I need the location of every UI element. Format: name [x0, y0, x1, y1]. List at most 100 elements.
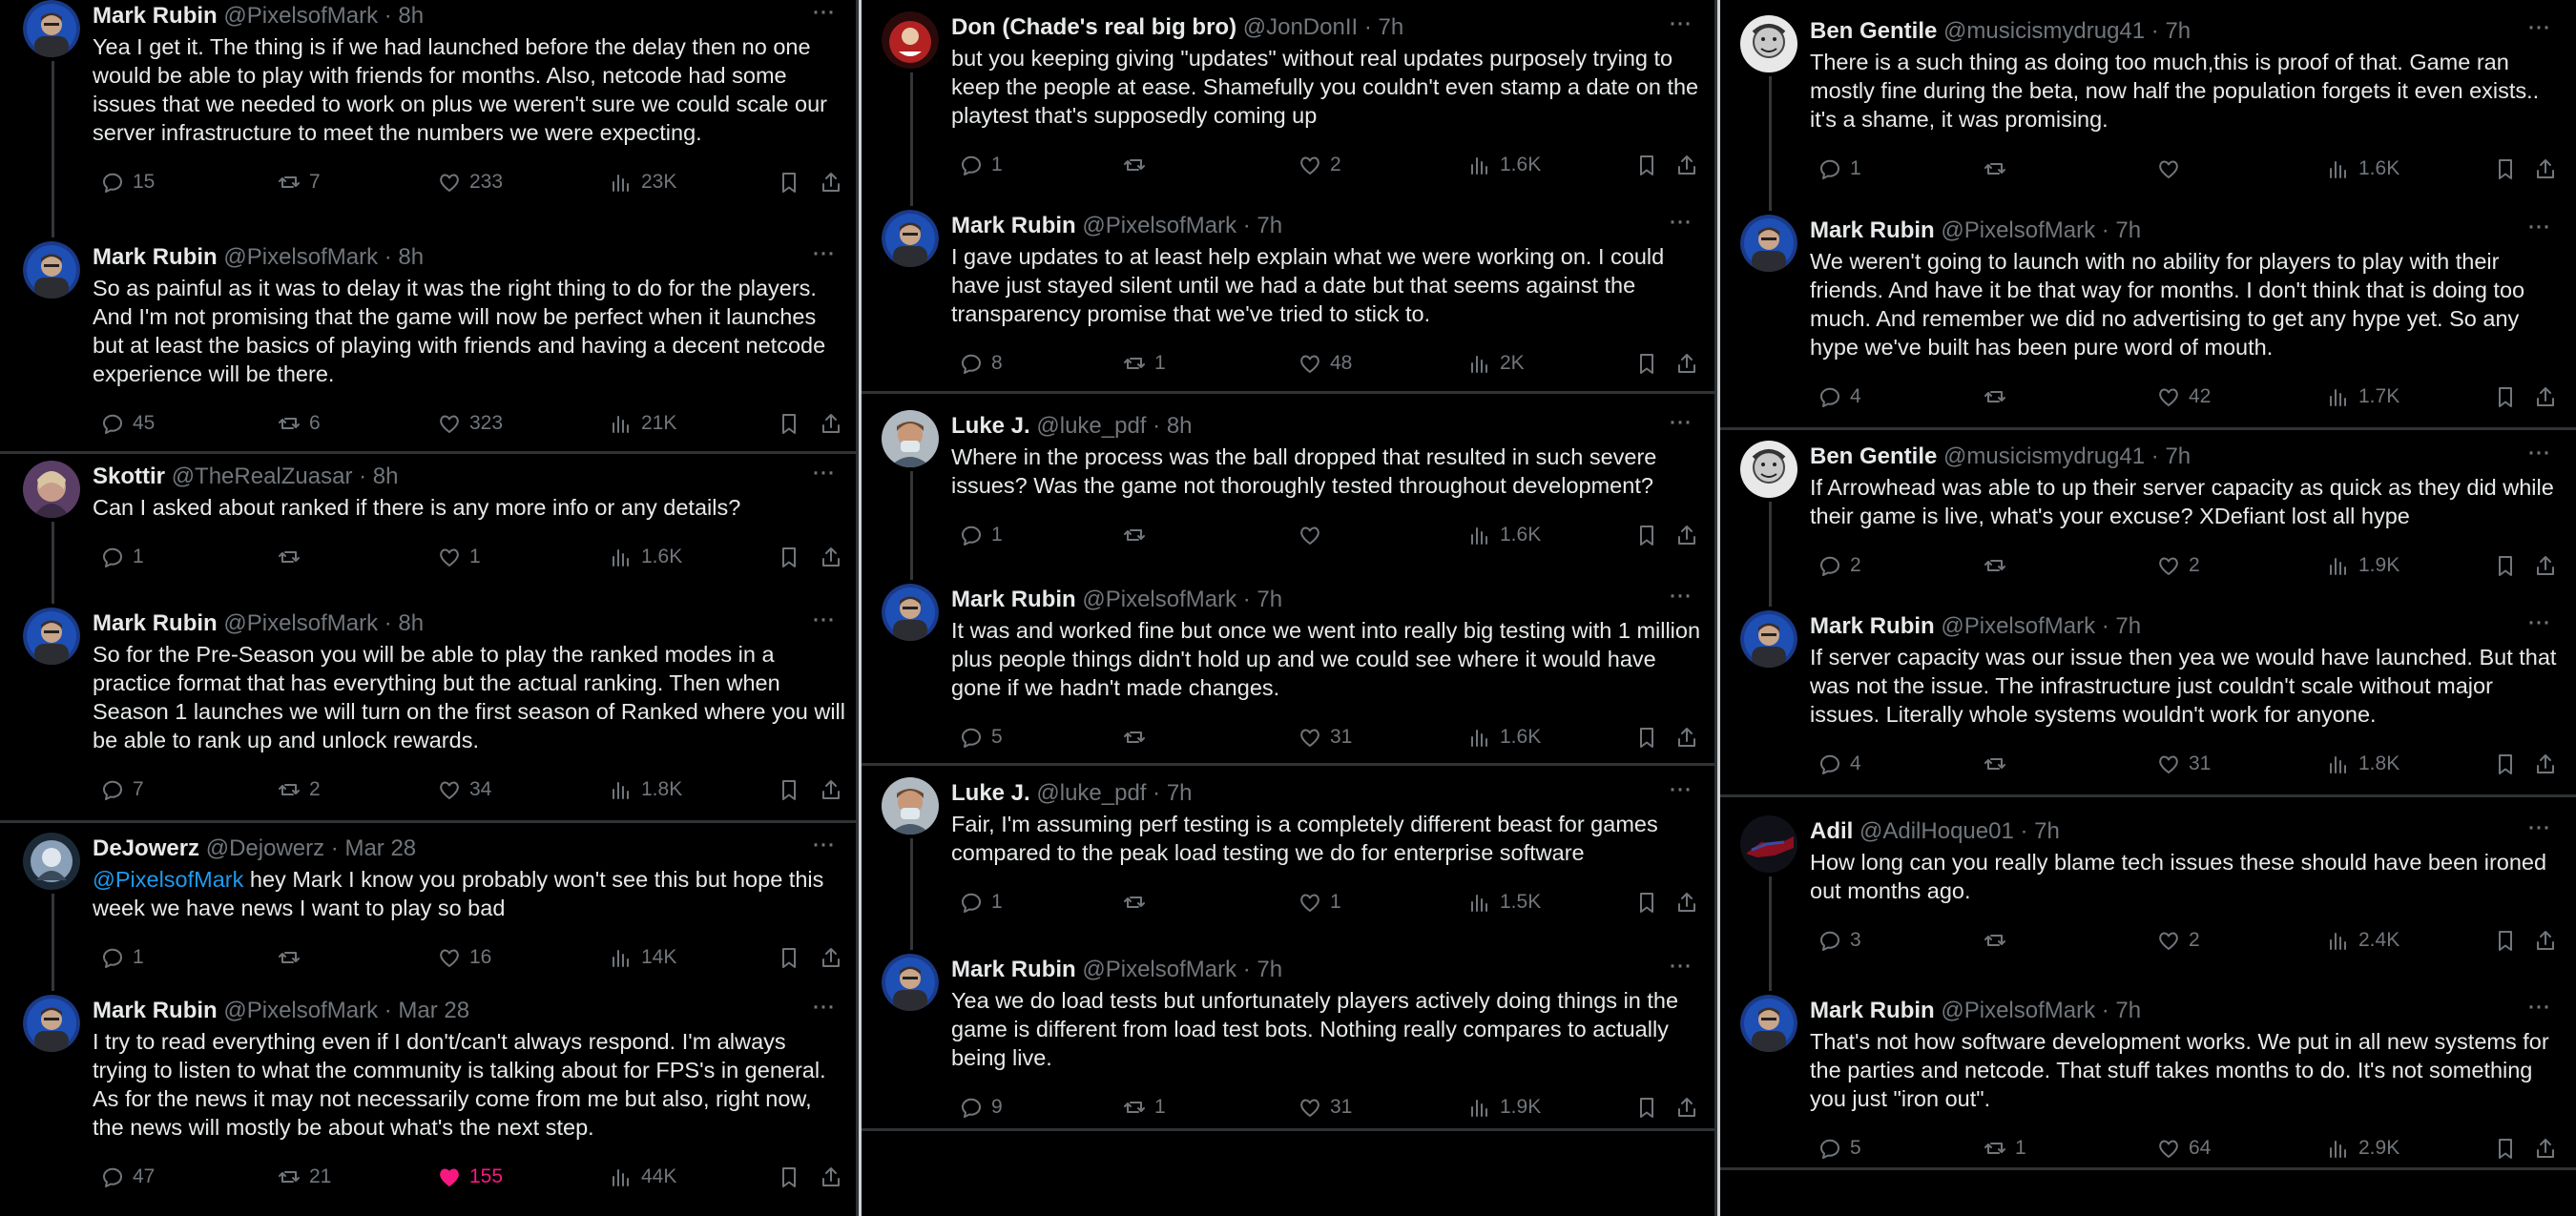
share-button[interactable]	[2525, 1132, 2558, 1164]
like-button[interactable]: 42	[2149, 381, 2211, 413]
like-button[interactable]: 2	[2149, 549, 2200, 582]
display-name[interactable]: Mark Rubin	[951, 587, 1076, 612]
avatar[interactable]	[1740, 441, 1797, 498]
tweet[interactable]: Mark Rubin @PixelsofMark · 8h ··· So as pa…	[0, 238, 859, 434]
reply-button[interactable]: 1	[1810, 153, 1861, 185]
timestamp[interactable]: 8h	[398, 3, 424, 29]
timestamp[interactable]: 7h	[2115, 998, 2141, 1023]
display-name[interactable]: Mark Rubin	[1810, 217, 1935, 243]
avatar[interactable]	[1740, 15, 1797, 72]
repost-button[interactable]	[1975, 748, 2015, 780]
bookmark-button[interactable]	[769, 941, 801, 974]
timestamp[interactable]: Mar 28	[344, 835, 416, 861]
like-button[interactable]: 2	[2149, 924, 2200, 957]
tweet[interactable]: Ben Gentile @musicismydrug41 · 7h ··· If A…	[1717, 438, 2576, 622]
share-button[interactable]	[1667, 721, 1699, 753]
more-options-icon[interactable]: ···	[2519, 608, 2557, 641]
bookmark-button[interactable]	[1627, 886, 1659, 918]
tweet[interactable]: Mark Rubin @PixelsofMark · Mar 28 ··· I tr…	[0, 992, 859, 1187]
more-options-icon[interactable]: ···	[803, 458, 841, 491]
repost-button[interactable]	[1975, 381, 2015, 413]
more-options-icon[interactable]: ···	[1660, 207, 1698, 240]
views-button[interactable]: 1.6K	[1460, 519, 1541, 551]
user-handle[interactable]: @JonDonII	[1243, 14, 1358, 40]
bookmark-button[interactable]	[769, 773, 801, 806]
display-name[interactable]: Mark Rubin	[93, 610, 218, 636]
tweet[interactable]: Mark Rubin @PixelsofMark · 7h ··· We weren…	[1717, 212, 2576, 407]
share-button[interactable]	[1667, 1091, 1699, 1123]
share-button[interactable]	[811, 773, 843, 806]
like-button[interactable]	[1290, 519, 1330, 551]
timestamp[interactable]: 7h	[1257, 957, 1282, 982]
more-options-icon[interactable]: ···	[1660, 407, 1698, 441]
timestamp[interactable]: 8h	[373, 464, 399, 489]
mention-link[interactable]: @PixelsofMark	[93, 867, 243, 892]
timestamp[interactable]: 7h	[1257, 213, 1282, 238]
share-button[interactable]	[2525, 381, 2558, 413]
share-button[interactable]	[1667, 149, 1699, 181]
views-button[interactable]: 2.4K	[2318, 924, 2399, 957]
views-button[interactable]: 14K	[601, 941, 676, 974]
bookmark-button[interactable]	[769, 541, 801, 573]
views-button[interactable]: 2.9K	[2318, 1132, 2399, 1164]
display-name[interactable]: DeJowerz	[93, 835, 199, 861]
more-options-icon[interactable]: ···	[2519, 813, 2557, 846]
share-button[interactable]	[2525, 549, 2558, 582]
timestamp[interactable]: 7h	[2115, 217, 2141, 243]
display-name[interactable]: Ben Gentile	[1810, 443, 1937, 469]
reply-button[interactable]: 45	[93, 407, 155, 440]
avatar[interactable]	[23, 833, 80, 890]
reply-button[interactable]: 1	[951, 519, 1003, 551]
bookmark-button[interactable]	[769, 407, 801, 440]
avatar[interactable]	[1740, 815, 1797, 873]
reply-button[interactable]: 15	[93, 166, 155, 198]
user-handle[interactable]: @Dejowerz	[206, 835, 324, 861]
display-name[interactable]: Don (Chade's real big bro)	[951, 14, 1236, 40]
bookmark-button[interactable]	[769, 166, 801, 198]
repost-button[interactable]	[1114, 519, 1154, 551]
share-button[interactable]	[1667, 347, 1699, 380]
user-handle[interactable]: @PixelsofMark	[1941, 217, 2095, 243]
views-button[interactable]: 1.5K	[1460, 886, 1541, 918]
bookmark-button[interactable]	[1627, 721, 1659, 753]
like-button[interactable]: 1	[1290, 886, 1341, 918]
more-options-icon[interactable]: ···	[803, 605, 841, 638]
views-button[interactable]: 1.9K	[2318, 549, 2399, 582]
display-name[interactable]: Mark Rubin	[1810, 998, 1935, 1023]
reply-button[interactable]: 4	[1810, 381, 1861, 413]
repost-button[interactable]: 2	[269, 773, 321, 806]
timestamp[interactable]: 7h	[2165, 443, 2191, 469]
more-options-icon[interactable]: ···	[2519, 438, 2557, 471]
bookmark-button[interactable]	[1627, 347, 1659, 380]
repost-button[interactable]	[1114, 721, 1154, 753]
display-name[interactable]: Ben Gentile	[1810, 18, 1937, 44]
like-button[interactable]: 64	[2149, 1132, 2211, 1164]
user-handle[interactable]: @PixelsofMark	[223, 3, 378, 29]
avatar[interactable]	[1740, 995, 1797, 1052]
repost-button[interactable]	[1114, 149, 1154, 181]
bookmark-button[interactable]	[2485, 1132, 2518, 1164]
more-options-icon[interactable]: ···	[803, 238, 841, 272]
display-name[interactable]: Mark Rubin	[1810, 613, 1935, 639]
bookmark-button[interactable]	[2485, 153, 2518, 185]
avatar[interactable]	[882, 954, 939, 1011]
avatar[interactable]	[882, 777, 939, 835]
share-button[interactable]	[811, 166, 843, 198]
user-handle[interactable]: @AdilHoque01	[1859, 818, 2014, 844]
user-handle[interactable]: @PixelsofMark	[1082, 213, 1236, 238]
avatar[interactable]	[23, 461, 80, 518]
views-button[interactable]: 1.8K	[601, 773, 682, 806]
views-button[interactable]: 23K	[601, 166, 676, 198]
bookmark-button[interactable]	[1627, 1091, 1659, 1123]
timestamp[interactable]: 8h	[398, 244, 424, 270]
like-button[interactable]: 31	[2149, 748, 2211, 780]
more-options-icon[interactable]: ···	[1660, 9, 1698, 42]
views-button[interactable]: 1.6K	[1460, 721, 1541, 753]
avatar[interactable]	[882, 410, 939, 467]
display-name[interactable]: Luke J.	[951, 413, 1030, 439]
share-button[interactable]	[811, 941, 843, 974]
share-button[interactable]	[2525, 748, 2558, 780]
bookmark-button[interactable]	[1627, 519, 1659, 551]
user-handle[interactable]: @PixelsofMark	[223, 244, 378, 270]
like-button[interactable]: 16	[429, 941, 491, 974]
